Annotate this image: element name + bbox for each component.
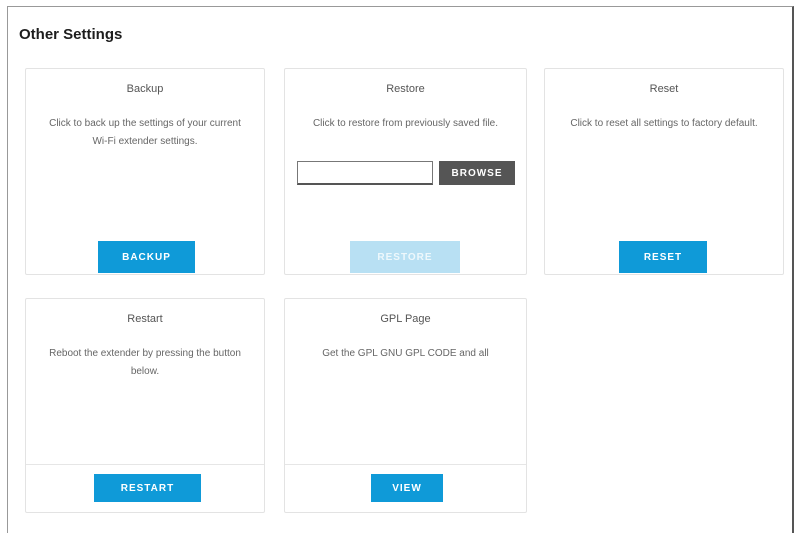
gpl-view-button[interactable]: VIEW (371, 474, 443, 502)
backup-button[interactable]: BACKUP (98, 241, 195, 273)
reset-card: Reset Click to reset all settings to fac… (544, 68, 784, 275)
restart-button[interactable]: RESTART (94, 474, 201, 502)
restart-card: Restart Reboot the extender by pressing … (25, 298, 265, 513)
backup-title: Backup (126, 83, 164, 95)
page-title: Other Settings (19, 26, 123, 43)
restore-description: Click to restore from previously saved f… (312, 118, 499, 129)
restore-card: Restore Click to restore from previously… (284, 68, 527, 275)
restart-description: Reboot the extender by pressing the butt… (49, 348, 241, 377)
restore-title: Restore (386, 83, 425, 95)
gpl-description: Get the GPL GNU GPL CODE and all (322, 348, 489, 359)
gpl-divider (285, 464, 526, 465)
reset-description: Click to reset all settings to factory d… (570, 118, 758, 129)
restart-title: Restart (127, 313, 163, 325)
restore-button[interactable]: RESTORE (350, 241, 460, 273)
restart-divider (26, 464, 264, 465)
gpl-card: GPL Page Get the GPL GNU GPL CODE and al… (284, 298, 527, 513)
browse-button[interactable]: BROWSE (439, 161, 515, 185)
restore-file-input[interactable] (297, 161, 433, 185)
backup-card: Backup Click to back up the settings of … (25, 68, 265, 275)
gpl-title: GPL Page (380, 313, 431, 325)
backup-description: Click to back up the settings of your cu… (49, 118, 241, 147)
reset-button[interactable]: RESET (619, 241, 707, 273)
reset-title: Reset (649, 83, 679, 95)
